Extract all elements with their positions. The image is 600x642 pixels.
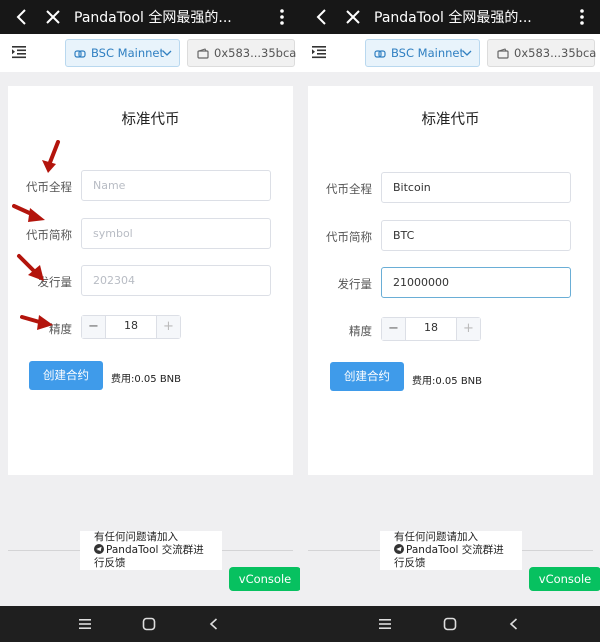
network-label: BSC Mainnet: [391, 46, 464, 60]
help-line-1: 有任何问题请加入: [394, 531, 478, 543]
token-name-input[interactable]: [381, 172, 571, 203]
token-symbol-input[interactable]: [381, 220, 571, 251]
chevron-down-icon: [162, 50, 172, 56]
decimals-decrease-button[interactable]: −: [382, 318, 406, 340]
help-line-3: 行反馈: [394, 557, 426, 569]
back-nav-icon[interactable]: [207, 617, 221, 631]
decimals-increase-button[interactable]: +: [456, 318, 480, 340]
form-title: 标准代币: [121, 112, 180, 128]
network-select-button[interactable]: BSC Mainnet: [365, 39, 480, 67]
token-decimals-label: 精度: [349, 324, 372, 338]
help-notice: 有任何问题请加入 PandaTool 交流群进 行反馈: [380, 531, 522, 570]
annotation-arrow-icon: [20, 315, 53, 330]
decimals-value[interactable]: 18: [406, 321, 456, 334]
network-label: BSC Mainnet: [91, 46, 164, 60]
fee-text: 费用:0.05 BNB: [111, 374, 182, 385]
form-title: 标准代币: [421, 112, 480, 128]
decimals-stepper: − 18 +: [381, 317, 481, 341]
token-symbol-input[interactable]: [81, 218, 271, 249]
create-contract-button[interactable]: 创建合约: [330, 362, 404, 391]
decimals-decrease-button[interactable]: −: [82, 316, 106, 338]
title-bar: PandaTool 全网最强的...: [0, 0, 300, 34]
back-icon[interactable]: [12, 5, 32, 29]
back-nav-icon[interactable]: [507, 617, 521, 631]
back-icon[interactable]: [312, 5, 332, 29]
help-line-3: 行反馈: [94, 557, 126, 569]
wallet-address-button[interactable]: 0x583...35bca: [487, 39, 597, 67]
wallet-address-button[interactable]: 0x583...35bca: [187, 39, 297, 67]
chain-link-icon: [374, 50, 386, 58]
vconsole-button[interactable]: vConsole: [529, 567, 600, 591]
vconsole-button[interactable]: vConsole: [229, 567, 300, 591]
help-line-2: PandaTool 交流群进: [406, 544, 504, 556]
telegram-icon[interactable]: [394, 544, 404, 554]
token-supply-label: 发行量: [337, 277, 373, 291]
app-header: BSC Mainnet 0x583...35bca: [0, 34, 300, 72]
help-notice: 有任何问题请加入 PandaTool 交流群进 行反馈: [80, 531, 222, 570]
right-screenshot: PandaTool 全网最强的... BSC Mainnet 0x583...3…: [300, 0, 600, 606]
title-bar: PandaTool 全网最强的...: [300, 0, 600, 34]
help-line-2-row: PandaTool 交流群进: [94, 544, 222, 557]
token-name-input[interactable]: [81, 170, 271, 201]
annotation-arrow-icon: [17, 254, 44, 281]
system-nav-bar: [0, 606, 600, 642]
token-supply-input[interactable]: [81, 265, 271, 296]
recent-apps-icon[interactable]: [378, 617, 392, 631]
annotation-arrow-icon: [12, 204, 45, 222]
left-screenshot: PandaTool 全网最强的... BSC Mainnet 0x583...3…: [0, 0, 300, 606]
fee-text: 费用:0.05 BNB: [412, 376, 483, 387]
close-icon[interactable]: [342, 6, 364, 28]
token-supply-input[interactable]: [381, 267, 571, 298]
wallet-icon: [197, 48, 209, 59]
token-symbol-label: 代币简称: [26, 228, 72, 242]
token-symbol-label: 代币简称: [326, 230, 372, 244]
decimals-value[interactable]: 18: [106, 319, 156, 332]
network-select-button[interactable]: BSC Mainnet: [65, 39, 180, 67]
wallet-address: 0x583...35bca: [214, 46, 297, 60]
decimals-increase-button[interactable]: +: [156, 316, 180, 338]
home-icon[interactable]: [142, 617, 156, 631]
help-line-2: PandaTool 交流群进: [106, 544, 204, 556]
more-options-icon[interactable]: [274, 5, 290, 29]
wallet-icon: [497, 48, 509, 59]
close-icon[interactable]: [42, 6, 64, 28]
home-icon[interactable]: [443, 617, 457, 631]
help-line-1: 有任何问题请加入: [94, 531, 178, 543]
wallet-address: 0x583...35bca: [514, 46, 597, 60]
more-options-icon[interactable]: [574, 5, 590, 29]
chain-link-icon: [74, 50, 86, 58]
page-title: PandaTool 全网最强的...: [374, 10, 532, 26]
recent-apps-icon[interactable]: [78, 617, 92, 631]
app-header: BSC Mainnet 0x583...35bca: [300, 34, 600, 72]
menu-toggle-icon[interactable]: [12, 45, 26, 59]
token-form-card: 标准代币 代币全程 代币简称 发行量 精度 − 18 + 创建合约 费用:0.0…: [308, 86, 593, 475]
page-title: PandaTool 全网最强的...: [74, 10, 232, 26]
token-name-label: 代币全程: [326, 182, 372, 196]
decimals-stepper: − 18 +: [81, 315, 181, 339]
chevron-down-icon: [462, 50, 472, 56]
create-contract-button[interactable]: 创建合约: [29, 361, 103, 390]
menu-toggle-icon[interactable]: [312, 45, 326, 59]
annotation-arrow-icon: [42, 140, 60, 173]
help-line-2-row: PandaTool 交流群进: [394, 544, 522, 557]
telegram-icon[interactable]: [94, 544, 104, 554]
token-name-label: 代币全程: [26, 180, 72, 194]
